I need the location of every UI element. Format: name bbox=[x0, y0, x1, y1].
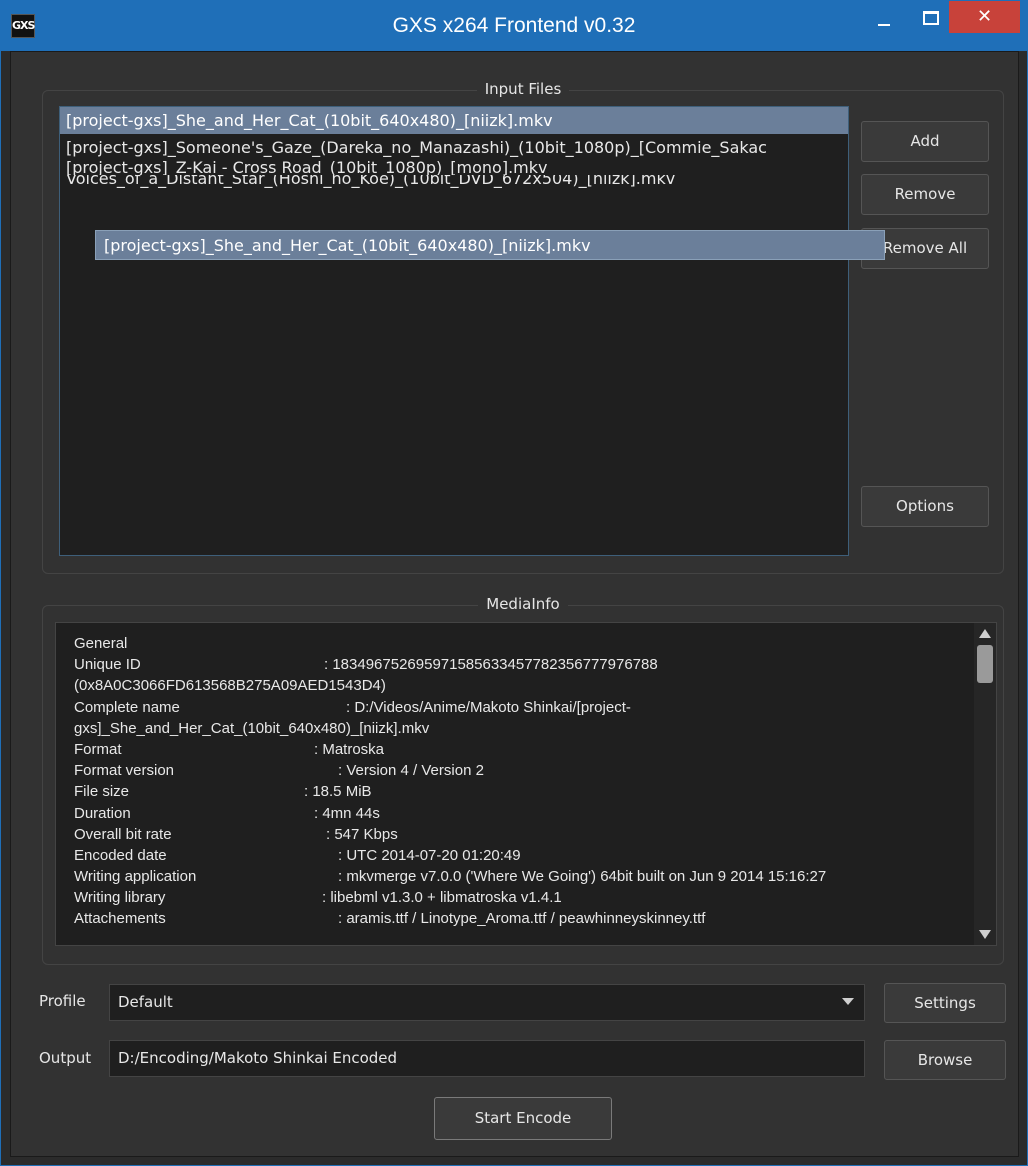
chevron-down-icon bbox=[842, 998, 854, 1005]
mediainfo-key: General bbox=[74, 635, 128, 652]
mediainfo-key: Format version bbox=[74, 762, 175, 780]
mediainfo-key: (0x8A0C3066FD613568B275A09AED1543D4) bbox=[74, 677, 386, 695]
mediainfo-key: gxs]_She_and_Her_Cat_(10bit_640x480)_[ni… bbox=[74, 719, 430, 737]
vertical-scrollbar[interactable] bbox=[974, 623, 996, 945]
mediainfo-value: : 547 Kbps bbox=[326, 825, 398, 843]
mediainfo-value: : Version 4 / Version 2 bbox=[338, 762, 484, 780]
start-encode-button[interactable]: Start Encode bbox=[434, 1097, 612, 1140]
input-file-list[interactable]: [project-gxs]_She_and_Her_Cat_(10bit_640… bbox=[59, 106, 849, 556]
mediainfo-line: File size : 18.5 MiB bbox=[74, 781, 974, 802]
profile-label: Profile bbox=[39, 992, 86, 1010]
add-button[interactable]: Add bbox=[861, 121, 989, 162]
mediainfo-value: : UTC 2014-07-20 01:20:49 bbox=[338, 846, 521, 864]
profile-value: Default bbox=[118, 993, 173, 1011]
settings-button[interactable]: Settings bbox=[884, 983, 1006, 1023]
mediainfo-key: Attachements bbox=[74, 910, 166, 928]
mediainfo-line: Complete name : D:/Videos/Anime/Makoto Sh… bbox=[74, 697, 974, 718]
mediainfo-key: Duration bbox=[74, 804, 131, 822]
mediainfo-line: Unique ID : 18349675269597158563345778235… bbox=[74, 654, 974, 675]
mediainfo-line: Overall bit rate : 547 Kbps bbox=[74, 824, 974, 845]
drag-ghost-item: [project-gxs]_She_and_Her_Cat_(10bit_640… bbox=[95, 230, 885, 260]
mediainfo-value: : mkvmerge v7.0.0 ('Where We Going') 64b… bbox=[338, 868, 827, 886]
main-window: GXS GXS x264 Frontend v0.32 ✕ Input File… bbox=[0, 0, 1028, 1166]
mediainfo-line: Format : Matroska bbox=[74, 739, 974, 760]
mediainfo-value: : 4mn 44s bbox=[314, 804, 380, 822]
scrollbar-thumb[interactable] bbox=[977, 645, 993, 683]
mediainfo-content: General Unique ID : 1834967526959715856334… bbox=[74, 633, 974, 930]
remove-button[interactable]: Remove bbox=[861, 174, 989, 215]
mediainfo-key: Format bbox=[74, 740, 122, 758]
minimize-icon bbox=[878, 24, 890, 26]
minimize-button[interactable] bbox=[861, 1, 907, 33]
mediainfo-key: File size bbox=[74, 783, 130, 801]
browse-button[interactable]: Browse bbox=[884, 1040, 1006, 1080]
mediainfo-value: : aramis.ttf / Linotype_Aroma.ttf / peaw… bbox=[338, 910, 706, 928]
mediainfo-key: Writing application bbox=[74, 868, 197, 886]
mediainfo-line: (0x8A0C3066FD613568B275A09AED1543D4) bbox=[74, 675, 974, 696]
mediainfo-line: Writing application : mkvmerge v7.0.0 ('W… bbox=[74, 866, 974, 887]
mediainfo-value: : Matroska bbox=[314, 740, 385, 758]
mediainfo-title: MediaInfo bbox=[478, 595, 568, 613]
mediainfo-value: : 18349675269597158563345778235677797678… bbox=[324, 656, 658, 674]
output-label: Output bbox=[39, 1049, 92, 1067]
list-item[interactable]: [project-gxs]_She_and_Her_Cat_(10bit_640… bbox=[60, 107, 848, 134]
mediainfo-value: : D:/Videos/Anime/Makoto Shinkai/[projec… bbox=[346, 698, 631, 716]
mediainfo-line: Attachements : aramis.ttf / Linotype_Arom… bbox=[74, 908, 974, 929]
mediainfo-text-area[interactable]: General Unique ID : 1834967526959715856334… bbox=[55, 622, 997, 946]
mediainfo-key: Complete name bbox=[74, 698, 180, 716]
maximize-icon bbox=[923, 11, 939, 25]
mediainfo-key: Writing library bbox=[74, 889, 166, 907]
mediainfo-line: Format version : Version 4 / Version 2 bbox=[74, 760, 974, 781]
options-button[interactable]: Options bbox=[861, 486, 989, 527]
mediainfo-key: Encoded date bbox=[74, 846, 167, 864]
scroll-up-icon[interactable] bbox=[979, 629, 991, 638]
output-path-field[interactable]: D:/Encoding/Makoto Shinkai Encoded bbox=[109, 1040, 865, 1077]
mediainfo-value: : 18.5 MiB bbox=[304, 783, 372, 801]
mediainfo-line: Duration : 4mn 44s bbox=[74, 803, 974, 824]
list-item[interactable]: [project-gxs]_Z-Kai - Cross Road_(10bit_… bbox=[60, 161, 848, 175]
mediainfo-line: Encoded date : UTC 2014-07-20 01:20:49 bbox=[74, 845, 974, 866]
title-bar[interactable]: GXS GXS x264 Frontend v0.32 ✕ bbox=[1, 1, 1027, 51]
profile-combo[interactable]: Default bbox=[109, 984, 865, 1021]
list-item[interactable]: Voices_of_a_Distant_Star_(Hoshi_no_Koe)_… bbox=[60, 175, 848, 193]
scroll-down-icon[interactable] bbox=[979, 930, 991, 939]
mediainfo-key: Unique ID bbox=[74, 656, 141, 674]
mediainfo-line: gxs]_She_and_Her_Cat_(10bit_640x480)_[ni… bbox=[74, 718, 974, 739]
mediainfo-value: : libebml v1.3.0 + libmatroska v1.4.1 bbox=[322, 889, 562, 907]
close-button[interactable]: ✕ bbox=[949, 1, 1020, 33]
mediainfo-line: Writing library : libebml v1.3.0 + libmat… bbox=[74, 887, 974, 908]
input-files-title: Input Files bbox=[476, 80, 570, 98]
client-area: Input Files [project-gxs]_She_and_Her_Ca… bbox=[10, 51, 1019, 1157]
maximize-button[interactable] bbox=[907, 1, 953, 33]
mediainfo-key: Overall bit rate bbox=[74, 825, 172, 843]
list-item[interactable]: [project-gxs]_Someone's_Gaze_(Dareka_no_… bbox=[60, 134, 848, 161]
mediainfo-line: General bbox=[74, 633, 974, 654]
